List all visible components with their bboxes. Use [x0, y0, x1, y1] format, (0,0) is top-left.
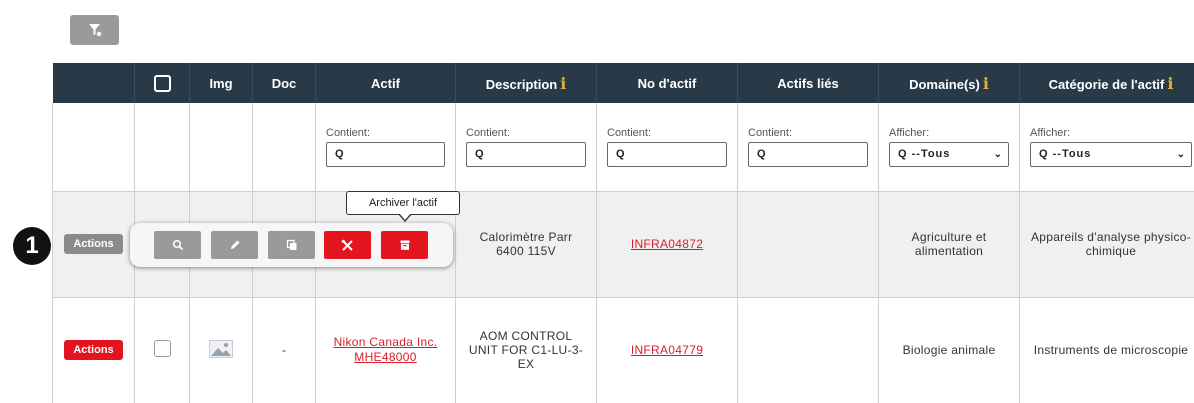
header-doc[interactable]: Doc — [252, 63, 316, 103]
filter-description: Contient: Q — [455, 103, 597, 192]
edit-button[interactable] — [211, 231, 258, 259]
filter-value: Q — [757, 148, 766, 161]
info-icon[interactable]: i — [1167, 74, 1173, 93]
tools-icon — [341, 239, 353, 251]
header-actions — [52, 63, 135, 103]
filter-no-actif: Contient: Q — [596, 103, 738, 192]
filter-categorie-select[interactable]: Q --Tous ⌄ — [1030, 141, 1192, 167]
archive-tooltip: Archiver l'actif — [346, 191, 460, 215]
pencil-icon — [230, 240, 239, 249]
archive-button[interactable] — [381, 231, 428, 259]
select-value: Q --Tous — [1039, 148, 1092, 161]
search-icon — [172, 239, 183, 251]
actions-button[interactable]: Actions — [64, 234, 123, 254]
maintenance-button[interactable] — [324, 231, 371, 259]
filter-label: Contient: — [607, 126, 652, 139]
filter-actif: Contient: Q — [315, 103, 456, 192]
asset-name-link[interactable]: Nikon Canada Inc. MHE48000 — [326, 335, 446, 365]
tooltip-arrow-fill — [399, 213, 411, 220]
categorie-cell: Appareils d'analyse physico-chimique — [1030, 230, 1192, 258]
header-domaines-label: Domaine(s) — [909, 76, 980, 92]
doc-cell: - — [281, 343, 287, 357]
clear-filter-button[interactable] — [70, 15, 119, 45]
domaine-cell: Biologie animale — [902, 343, 996, 357]
table-header-row: Img Doc Actif Description i No d'actif Ac… — [52, 63, 1194, 103]
chevron-down-icon: ⌄ — [1176, 148, 1185, 160]
filter-domaines: Afficher: Q --Tous ⌄ — [878, 103, 1020, 192]
filter-label: Afficher: — [889, 126, 930, 139]
actions-button[interactable]: Actions — [64, 340, 123, 360]
info-icon[interactable]: i — [560, 74, 566, 93]
select-value: Q --Tous — [898, 148, 951, 161]
filter-description-input[interactable]: Q — [466, 141, 586, 167]
row-checkbox[interactable] — [153, 340, 171, 357]
image-placeholder-icon[interactable] — [209, 339, 233, 358]
header-no-actif[interactable]: No d'actif — [596, 63, 738, 103]
domaine-cell: Agriculture et alimentation — [911, 230, 987, 258]
filter-label: Contient: — [748, 126, 793, 139]
filter-label: Contient: — [466, 126, 511, 139]
filter-value: Q — [616, 148, 625, 161]
filter-label: Contient: — [326, 126, 371, 139]
table-row: Actions - Nikon Canada Inc. MHE48000 AOM… — [52, 297, 1194, 403]
view-button[interactable] — [154, 231, 201, 259]
copy-icon — [286, 239, 296, 250]
header-select-all — [134, 63, 190, 103]
select-all-checkbox[interactable] — [153, 74, 171, 92]
header-img[interactable]: Img — [189, 63, 253, 103]
filter-actifs-lies-input[interactable]: Q — [748, 141, 868, 167]
header-actifs-lies[interactable]: Actifs liés — [737, 63, 879, 103]
filter-label: Afficher: — [1030, 126, 1071, 139]
archive-icon — [400, 240, 409, 250]
header-categorie[interactable]: Catégorie de l'actif i — [1019, 63, 1194, 103]
filter-value: Q — [335, 148, 344, 161]
description-cell: AOM CONTROL UNIT FOR C1-LU-3-EX — [468, 329, 584, 371]
filter-actifs-lies: Contient: Q — [737, 103, 879, 192]
header-description[interactable]: Description i — [455, 63, 597, 103]
duplicate-button[interactable] — [268, 231, 315, 259]
asset-number-link[interactable]: INFRA04779 — [631, 343, 703, 357]
categorie-cell: Instruments de microscopie — [1033, 343, 1189, 357]
description-cell: Calorimètre Parr 6400 115V — [479, 230, 573, 258]
info-icon[interactable]: i — [983, 74, 989, 93]
asset-number-link[interactable]: INFRA04872 — [631, 237, 703, 251]
filter-clear-icon — [88, 24, 101, 37]
filter-no-actif-input[interactable]: Q — [607, 141, 727, 167]
filter-actif-input[interactable]: Q — [326, 141, 445, 167]
filter-domaines-select[interactable]: Q --Tous ⌄ — [889, 141, 1009, 167]
filter-value: Q — [475, 148, 484, 161]
row-actions-toolbar — [130, 223, 453, 267]
filter-categorie: Afficher: Q --Tous ⌄ — [1019, 103, 1194, 192]
header-categorie-label: Catégorie de l'actif — [1048, 76, 1165, 92]
header-actif[interactable]: Actif — [315, 63, 456, 103]
header-description-label: Description — [485, 76, 558, 92]
step-marker: 1 — [13, 227, 51, 265]
header-domaines[interactable]: Domaine(s) i — [878, 63, 1020, 103]
filter-row: Contient: Q Contient: Q Contient: Q Cont… — [52, 103, 1194, 192]
chevron-down-icon: ⌄ — [993, 148, 1002, 160]
